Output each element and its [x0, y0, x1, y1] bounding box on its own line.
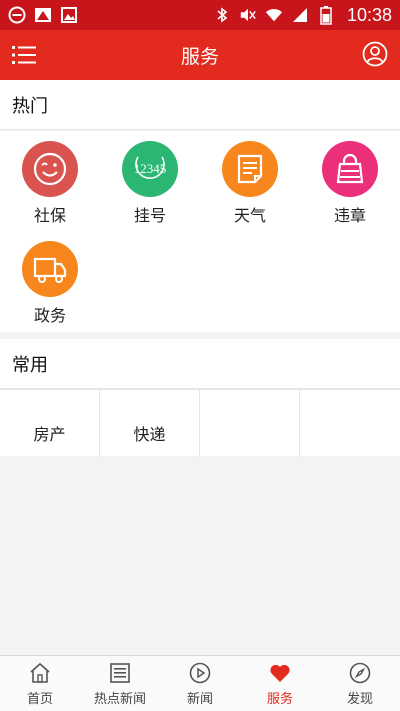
status-left-icons	[8, 6, 78, 24]
tab-news[interactable]: 新闻	[160, 656, 240, 711]
common-item-empty	[300, 390, 400, 457]
compass-icon	[349, 662, 371, 684]
mute-icon	[239, 6, 257, 24]
gallery-icon	[60, 6, 78, 24]
common-item-real-estate[interactable]: 房产	[0, 390, 100, 457]
home-icon	[30, 662, 50, 683]
tab-label: 新闻	[186, 692, 213, 707]
service-registration[interactable]: 12345 挂号	[100, 131, 200, 231]
service-government[interactable]: 政务	[0, 231, 100, 331]
tab-label: 热点新闻	[93, 692, 146, 707]
service-label: 违章	[333, 206, 366, 225]
heart-icon	[270, 664, 290, 682]
page-title: 服务	[180, 45, 219, 68]
user-icon	[362, 41, 388, 67]
hotline-12345-icon: 12345	[122, 141, 178, 197]
tab-label: 发现	[346, 692, 373, 707]
service-violation[interactable]: 违章	[300, 131, 400, 231]
status-bar: 10:38	[0, 0, 400, 30]
play-circle-icon	[189, 662, 211, 684]
tab-discover[interactable]: 发现	[320, 656, 400, 711]
handbag-icon	[322, 141, 378, 197]
hotline-number: 12345	[134, 161, 167, 176]
battery-icon	[317, 6, 335, 25]
common-item-express[interactable]: 快递	[100, 390, 200, 457]
service-social-security[interactable]: 社保	[0, 131, 100, 231]
do-not-disturb-icon	[8, 6, 26, 24]
wifi-icon	[265, 6, 283, 24]
user-profile-button[interactable]	[362, 41, 388, 67]
bluetooth-icon	[213, 6, 231, 24]
document-note-icon	[222, 141, 278, 197]
tab-home[interactable]: 首页	[0, 656, 80, 711]
tab-label: 服务	[266, 692, 293, 707]
bottom-tab-bar: 首页 热点新闻 新闻 服务 发现	[0, 655, 400, 711]
service-weather[interactable]: 天气	[200, 131, 300, 231]
tab-label: 首页	[26, 692, 53, 707]
tab-hot-news[interactable]: 热点新闻	[80, 656, 160, 711]
menu-button[interactable]	[10, 41, 38, 69]
hot-section-title: 热门	[0, 80, 400, 130]
signal-icon	[291, 6, 309, 24]
service-label: 挂号	[133, 206, 166, 225]
smiley-face-icon	[22, 141, 78, 197]
service-label: 政务	[33, 306, 66, 325]
notification-image-icon	[34, 6, 52, 24]
service-label: 社保	[33, 206, 66, 225]
app-bar: 服务	[0, 30, 400, 80]
hot-services-grid: 社保 12345 挂号 天气 违章 政务	[0, 131, 400, 332]
menu-icon	[12, 46, 36, 64]
common-services-grid: 房产 快递	[0, 389, 400, 457]
status-right-icons: 10:38	[213, 5, 392, 26]
clock: 10:38	[346, 4, 392, 25]
common-section-title: 常用	[0, 339, 400, 389]
common-item-empty	[200, 390, 300, 457]
news-list-icon	[110, 663, 130, 683]
delivery-truck-icon	[22, 241, 78, 297]
tab-services[interactable]: 服务	[240, 656, 320, 711]
service-label: 天气	[233, 206, 266, 225]
